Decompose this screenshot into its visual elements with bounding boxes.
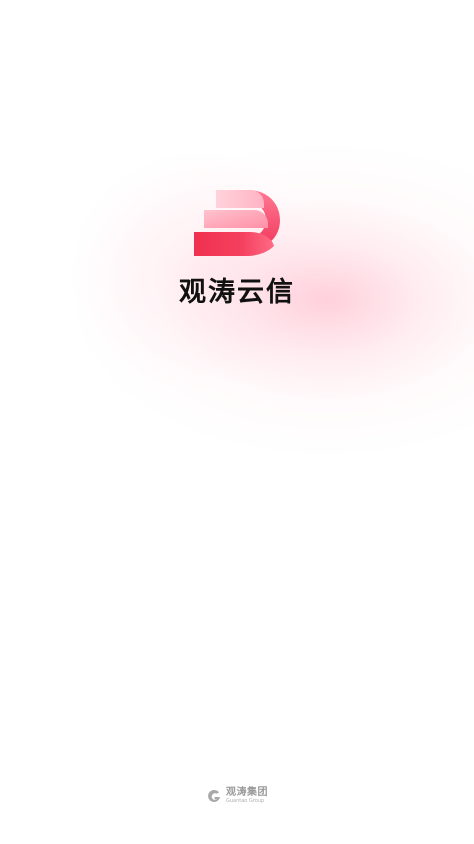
footer-brand: 观涛集团 Guantao Group — [0, 788, 474, 804]
splash-screen: 观涛云信 观涛集团 Guantao Group — [0, 0, 474, 844]
company-logo-icon — [208, 789, 220, 802]
footer-company-name: 观涛集团 — [226, 787, 268, 798]
app-name: 观涛云信 — [179, 277, 295, 308]
app-logo-icon — [194, 190, 280, 256]
footer-company-en: Guantao Group — [226, 798, 265, 804]
